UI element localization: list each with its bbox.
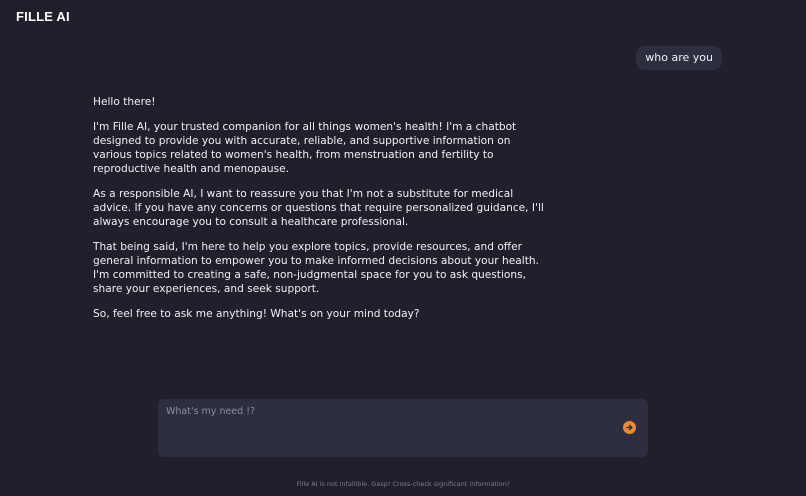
message-input[interactable] [166,406,606,446]
assistant-paragraph-closing: So, feel free to ask me anything! What's… [93,308,420,320]
assistant-paragraph-disclaimer: As a responsible AI, I want to reassure … [93,188,544,228]
footer-disclaimer: Fille AI is not infallible. Gasp! Cross-… [296,480,510,488]
assistant-paragraph-greeting: Hello there! [93,96,156,108]
app-logo[interactable]: FILLE AI [16,9,70,24]
assistant-paragraph-intro: I'm Fille AI, your trusted companion for… [93,121,517,175]
assistant-paragraph-purpose: That being said, I'm here to help you ex… [93,241,539,295]
assistant-message: Hello there! I'm Fille AI, your trusted … [93,95,551,332]
send-button[interactable] [623,421,636,434]
message-composer [158,399,648,457]
arrow-right-circle-icon [626,424,633,431]
user-message-bubble: who are you [636,46,722,70]
chat-app: FILLE AI who are you Hello there! I'm Fi… [0,0,806,496]
